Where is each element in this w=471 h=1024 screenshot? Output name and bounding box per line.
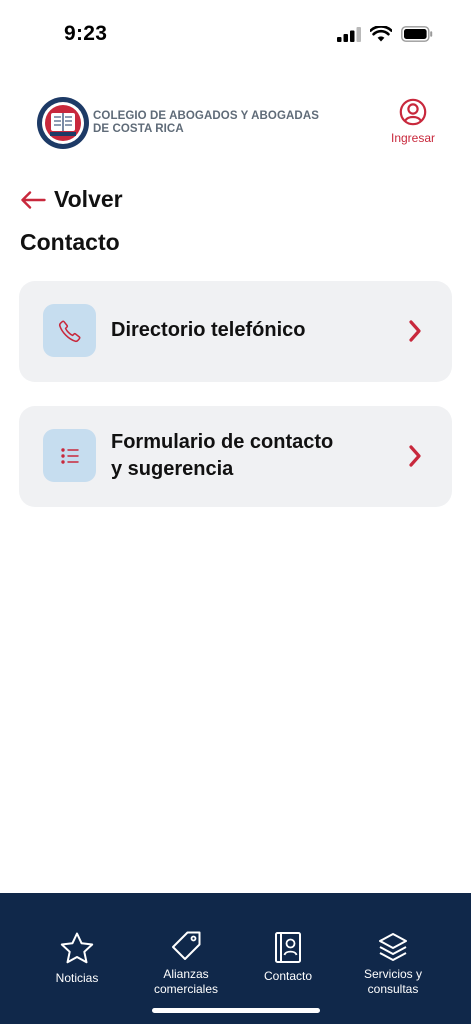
star-icon [60,932,94,964]
tab-servicios-consultas[interactable]: Servicios y consultas [343,931,443,997]
back-button[interactable]: Volver [20,186,123,213]
phone-directory-label: Directorio telefónico [111,319,306,341]
status-bar: 9:23 [0,0,471,70]
organization-logo [37,97,89,149]
phone-directory-card[interactable]: Directorio telefónico [19,281,452,382]
contact-form-card[interactable]: Formulario de contacto y sugerencia [19,406,452,507]
phone-icon [58,320,80,342]
app-header: COLEGIO DE ABOGADOS Y ABOGADAS DE COSTA … [0,90,471,160]
tab-label: Alianzas comerciales [153,967,219,996]
battery-icon [401,26,433,42]
bottom-tab-bar: Noticias Alianzas comerciales Contacto S… [0,893,471,1024]
list-icon [60,447,79,464]
chevron-right-icon [409,320,421,342]
page-title: Contacto [20,229,120,255]
wifi-icon [370,26,392,42]
list-icon-tile [43,429,96,482]
organization-name: COLEGIO DE ABOGADOS Y ABOGADAS DE COSTA … [93,110,319,135]
arrow-left-icon [21,190,46,209]
status-time: 9:23 [64,22,108,45]
user-circle-icon [399,98,427,126]
home-indicator [152,1008,320,1013]
tab-label: Noticias [55,971,99,985]
phone-icon-tile [43,304,96,357]
tab-noticias[interactable]: Noticias [27,931,127,986]
back-label: Volver [54,186,123,212]
chevron-right-icon [409,445,421,467]
contact-book-icon [275,932,301,963]
cellular-signal-icon [337,27,361,42]
status-icons [337,26,433,42]
tag-icon [172,931,201,960]
login-label: Ingresar [390,131,436,145]
tab-contacto[interactable]: Contacto [238,931,338,984]
tab-label: Contacto [263,969,313,983]
tab-label: Servicios y consultas [363,967,422,996]
login-button[interactable]: Ingresar [386,98,440,145]
layers-icon [379,933,407,961]
contact-form-label: Formulario de contacto y sugerencia [111,431,334,480]
tab-alianzas-comerciales[interactable]: Alianzas comerciales [136,929,236,997]
